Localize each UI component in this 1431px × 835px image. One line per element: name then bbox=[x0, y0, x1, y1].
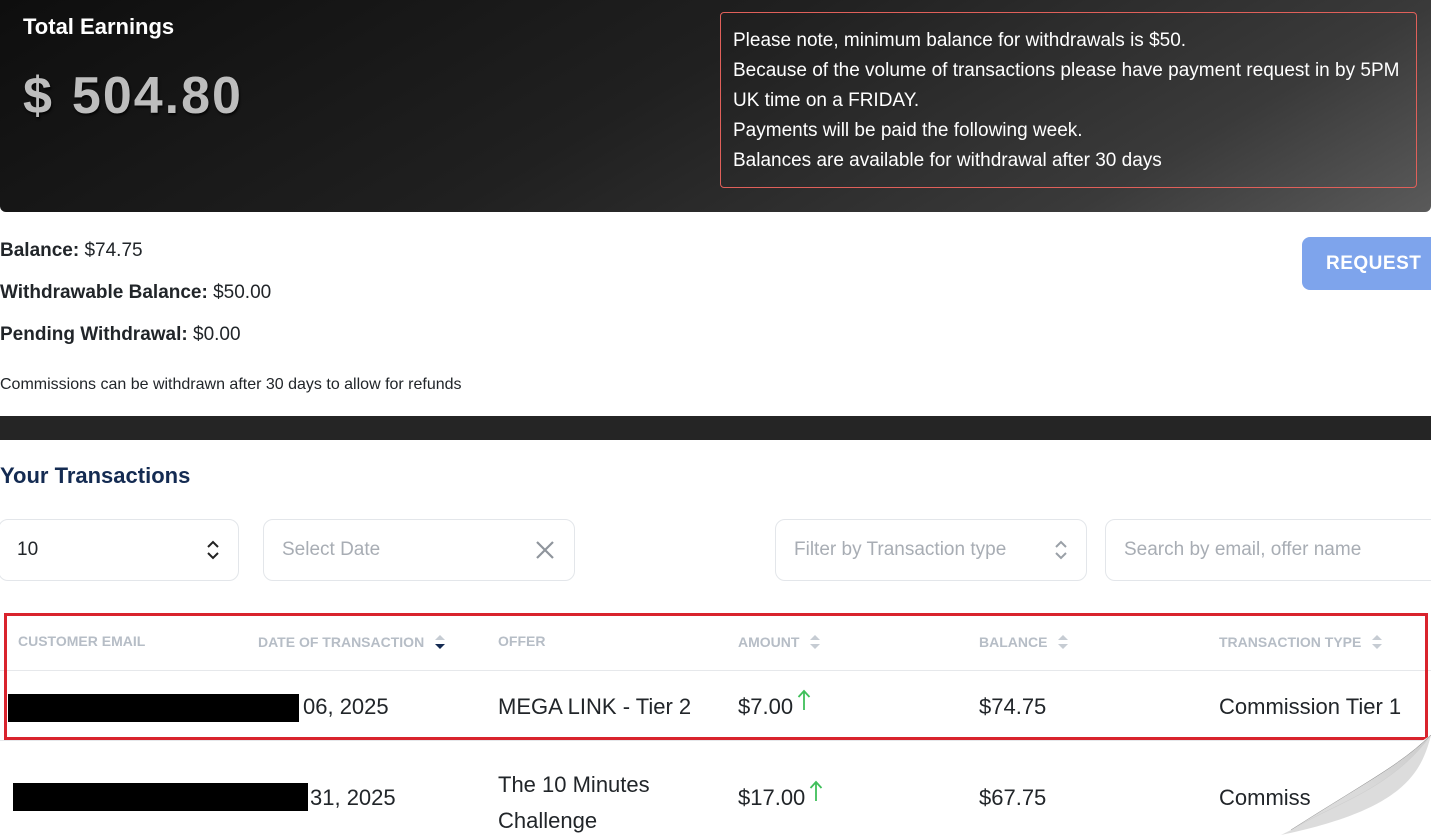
transaction-type-filter[interactable]: Filter by Transaction type bbox=[775, 519, 1087, 581]
balance-label: Balance: bbox=[0, 240, 80, 261]
column-customer-email[interactable]: CUSTOMER EMAIL bbox=[18, 633, 145, 649]
withdrawal-notice: Please note, minimum balance for withdra… bbox=[720, 12, 1417, 188]
amount-value: $7.00 bbox=[738, 694, 794, 719]
balance-row: Balance: $74.75 bbox=[0, 240, 143, 262]
column-label: OFFER bbox=[498, 633, 546, 649]
transaction-date: 06, 2025 bbox=[303, 694, 389, 719]
sort-desc-icon bbox=[435, 635, 446, 649]
balance-value: $74.75 bbox=[979, 694, 1047, 719]
chevron-up-down-icon bbox=[1054, 539, 1068, 561]
pending-withdrawal-value: $0.00 bbox=[193, 324, 241, 345]
sort-icon bbox=[1372, 635, 1383, 649]
chevron-up-down-icon bbox=[206, 539, 220, 561]
table-row: 31, 2025 The 10 Minutes Challenge $17.00… bbox=[0, 742, 1431, 835]
request-withdrawal-button[interactable]: REQUEST bbox=[1302, 237, 1431, 290]
withdrawable-balance-row: Withdrawable Balance: $50.00 bbox=[0, 282, 271, 304]
transaction-type-placeholder: Filter by Transaction type bbox=[794, 539, 1007, 560]
column-offer[interactable]: OFFER bbox=[498, 633, 545, 649]
notice-line: Because of the volume of transactions pl… bbox=[733, 60, 1400, 111]
total-earnings-amount: $504.80 bbox=[23, 66, 243, 126]
column-label: BALANCE bbox=[979, 634, 1048, 650]
arrow-up-icon bbox=[797, 689, 811, 710]
column-label: CUSTOMER EMAIL bbox=[18, 633, 146, 649]
total-earnings-title: Total Earnings bbox=[23, 14, 175, 39]
redacted-email bbox=[13, 783, 308, 811]
page-size-select[interactable]: 10 bbox=[0, 519, 239, 581]
balance-value: $67.75 bbox=[979, 785, 1047, 810]
amount-cell: $17.00 bbox=[738, 780, 823, 811]
commission-note: Commissions can be withdrawn after 30 da… bbox=[0, 376, 462, 393]
clear-date-icon[interactable] bbox=[534, 539, 556, 561]
table-header: CUSTOMER EMAIL DATE OF TRANSACTION OFFER… bbox=[0, 612, 1431, 671]
transactions-title: Your Transactions bbox=[0, 463, 191, 488]
balance-value: $74.75 bbox=[84, 240, 143, 261]
notice-line: Balances are available for withdrawal af… bbox=[733, 150, 1162, 171]
sort-icon bbox=[1058, 635, 1069, 649]
transaction-type: Commission Tier 1 bbox=[1219, 694, 1402, 719]
offer-name: MEGA LINK - Tier 2 bbox=[498, 694, 692, 719]
arrow-up-icon bbox=[810, 780, 823, 801]
column-amount[interactable]: AMOUNT bbox=[738, 633, 821, 651]
amount-value: $17.00 bbox=[738, 785, 806, 810]
withdrawable-balance-value: $50.00 bbox=[213, 282, 272, 303]
amount-cell: $7.00 bbox=[738, 689, 811, 720]
column-label: TRANSACTION TYPE bbox=[1219, 634, 1362, 650]
sort-icon bbox=[810, 635, 821, 649]
column-label: DATE OF TRANSACTION bbox=[258, 634, 425, 650]
search-input[interactable]: Search by email, offer name bbox=[1105, 519, 1431, 581]
notice-line: Please note, minimum balance for withdra… bbox=[733, 30, 1187, 51]
redacted-email bbox=[8, 694, 299, 722]
page-curl-graphic bbox=[1281, 735, 1431, 835]
withdrawable-balance-label: Withdrawable Balance: bbox=[0, 282, 208, 303]
earnings-header: Total Earnings $504.80 Please note, mini… bbox=[0, 0, 1431, 212]
column-label: AMOUNT bbox=[738, 634, 800, 650]
table-row: 06, 2025 MEGA LINK - Tier 2 $7.00 $74.75… bbox=[0, 671, 1431, 741]
column-date-of-transaction[interactable]: DATE OF TRANSACTION bbox=[258, 633, 446, 651]
date-picker-input[interactable]: Select Date bbox=[263, 519, 575, 581]
currency-symbol: $ bbox=[23, 67, 54, 125]
earnings-value: 504.80 bbox=[71, 67, 243, 125]
search-placeholder: Search by email, offer name bbox=[1124, 539, 1362, 560]
page-size-value: 10 bbox=[17, 539, 39, 560]
transaction-date: 31, 2025 bbox=[310, 785, 396, 810]
offer-name-line: The 10 Minutes bbox=[498, 772, 650, 797]
offer-name: The 10 Minutes Challenge bbox=[498, 767, 650, 835]
pending-withdrawal-label: Pending Withdrawal: bbox=[0, 324, 188, 345]
offer-name-line: Challenge bbox=[498, 808, 598, 833]
column-balance[interactable]: BALANCE bbox=[979, 633, 1069, 651]
column-transaction-type[interactable]: TRANSACTION TYPE bbox=[1219, 633, 1383, 651]
section-divider bbox=[0, 416, 1431, 440]
notice-line: Payments will be paid the following week… bbox=[733, 120, 1083, 141]
pending-withdrawal-row: Pending Withdrawal: $0.00 bbox=[0, 324, 241, 346]
date-placeholder: Select Date bbox=[282, 539, 381, 560]
